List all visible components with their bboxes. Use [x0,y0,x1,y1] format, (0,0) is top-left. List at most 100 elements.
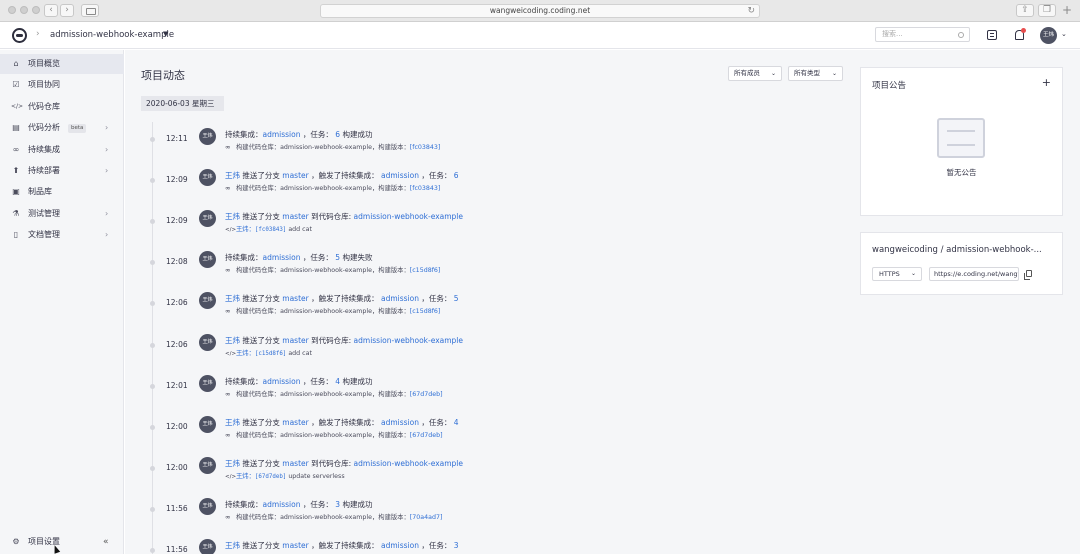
project-selector[interactable]: admission-webhook-example [50,30,174,40]
search-input[interactable]: 搜索... [875,27,970,42]
event-link[interactable]: [fc03843] [410,144,441,151]
event-link[interactable]: master [282,459,308,468]
avatar[interactable]: 王炜 [199,333,216,351]
event-link[interactable]: 王炜： [236,350,255,357]
avatar[interactable]: 王炜 [199,539,216,554]
coding-logo-icon[interactable] [12,28,27,43]
new-tab-button[interactable]: + [1060,4,1074,17]
avatar[interactable]: 王炜 [199,497,216,515]
search-placeholder: 搜索... [882,30,903,38]
chevron-down-icon: ⌄ [831,70,837,77]
avatar[interactable]: 王炜 [199,415,216,433]
event-link[interactable]: admission [263,253,301,262]
timeline-dot [150,301,155,307]
message-icon[interactable] [987,30,997,40]
timeline-dot [150,383,155,389]
event-link[interactable]: [fc03843] [410,185,441,192]
project-caret-icon[interactable]: ▼ [163,30,168,38]
copy-icon[interactable] [1024,270,1032,280]
add-announcement-button[interactable]: + [1042,76,1051,89]
minimize-window-button[interactable] [20,6,28,14]
event-link[interactable]: master [282,171,308,180]
event-link[interactable]: admission [263,377,301,386]
sidebar-item[interactable]: ∞ 持续集成 › [0,140,124,160]
user-avatar[interactable]: 王炜 [1040,27,1057,44]
event-link[interactable]: 王炜 [225,294,240,303]
event-link[interactable]: master [282,294,308,303]
sidebar-item[interactable]: ⬆ 持续部署 › [0,161,124,181]
event-link[interactable]: [c15d8f6] [410,308,441,315]
event-link[interactable]: 王炜 [225,459,240,468]
event-link[interactable]: admission [381,171,419,180]
event-link[interactable]: admission-webhook-example [354,212,463,221]
event-link[interactable]: [c15d8f6] [255,351,286,357]
sidebar-item[interactable]: ▤ 代码分析 beta › [0,118,124,138]
event-detail: </>王炜：[fc03843] add cat [225,224,312,233]
event-link[interactable]: [67d7deb] [410,391,443,398]
event-link[interactable]: admission-webhook-example [354,336,463,345]
event-link[interactable]: master [282,418,308,427]
event-link[interactable]: master [282,541,308,550]
activity-item: 12:00 王炜 王炜 推送了分支 master ，触发了持续集成： admissi… [125,415,845,451]
code-icon: </> [11,102,24,110]
sidebar-item[interactable]: ▯ 文档管理 › [0,225,124,245]
protocol-value: HTTPS [879,270,900,278]
avatar[interactable]: 王炜 [199,210,216,228]
event-link[interactable]: 王炜 [225,541,240,550]
event-link[interactable]: [70a4ad7] [410,514,443,521]
avatar[interactable]: 王炜 [199,456,216,474]
browser-sidebar-button[interactable] [81,4,99,17]
event-link[interactable]: admission [381,418,419,427]
event-text: 构建代码仓库：admission-webhook-example，构建版本： [236,513,410,521]
chevron-right-icon: › [105,166,109,175]
avatar[interactable]: 王炜 [199,374,216,392]
event-link[interactable]: [fc03843] [255,227,286,233]
event-link[interactable]: [67d7deb] [255,474,286,480]
event-link[interactable]: admission-webhook-example [354,459,463,468]
member-filter-select[interactable]: 所有成员 ⌄ [728,66,782,81]
reload-icon[interactable]: ↻ [747,5,755,17]
event-link[interactable]: 3 [454,541,459,550]
avatar[interactable]: 王炜 [199,292,216,310]
event-link[interactable]: 王炜： [236,473,255,480]
maximize-window-button[interactable] [32,6,40,14]
event-link[interactable]: 王炜 [225,336,240,345]
user-menu-chevron-icon[interactable]: ⌄ [1061,30,1067,38]
sidebar-item[interactable]: ⚗ 测试管理 › [0,204,124,224]
tabs-overview-button[interactable]: ❐ [1038,4,1056,17]
event-link[interactable]: master [282,212,308,221]
sidebar-item[interactable]: ⌂ 项目概览 [0,54,124,74]
back-button[interactable]: ‹ [44,4,58,17]
event-link[interactable]: 4 [454,418,459,427]
collapse-sidebar-icon[interactable]: « [103,532,109,552]
sidebar-item[interactable]: ☑ 项目协同 [0,75,124,95]
avatar[interactable]: 王炜 [199,128,216,145]
event-link[interactable]: 王炜 [225,212,240,221]
event-link[interactable]: [67d7deb] [410,432,443,439]
sidebar-item[interactable]: ▣ 制品库 [0,182,124,202]
type-filter-select[interactable]: 所有类型 ⌄ [788,66,843,81]
project-settings-item[interactable]: ⚙ 项目设置 « [0,532,124,552]
repo-title[interactable]: wangweicoding / admission-webhook-... [872,245,1042,255]
clone-url-input[interactable]: https://e.coding.net/wangweicoding/admis… [929,267,1019,281]
address-bar[interactable]: wangweicoding.coding.net ↻ [320,4,760,18]
event-link[interactable]: 王炜 [225,418,240,427]
event-link[interactable]: 王炜： [236,226,255,233]
event-link[interactable]: 王炜 [225,171,240,180]
event-link[interactable]: 6 [454,171,459,180]
event-link[interactable]: admission [381,541,419,550]
event-link[interactable]: admission [381,294,419,303]
protocol-select[interactable]: HTTPS ⌄ [872,267,922,281]
event-link[interactable]: 5 [454,294,459,303]
close-window-button[interactable] [8,6,16,14]
event-link[interactable]: admission [263,130,301,139]
forward-button[interactable]: › [60,4,74,17]
url-text: wangweicoding.coding.net [489,6,591,15]
event-link[interactable]: [c15d8f6] [410,267,441,274]
avatar[interactable]: 王炜 [199,169,216,187]
share-button[interactable]: ⇪ [1016,4,1034,17]
avatar[interactable]: 王炜 [199,251,216,269]
event-link[interactable]: master [282,336,308,345]
event-link[interactable]: admission [263,500,301,509]
sidebar-item[interactable]: </> 代码仓库 [0,97,124,117]
